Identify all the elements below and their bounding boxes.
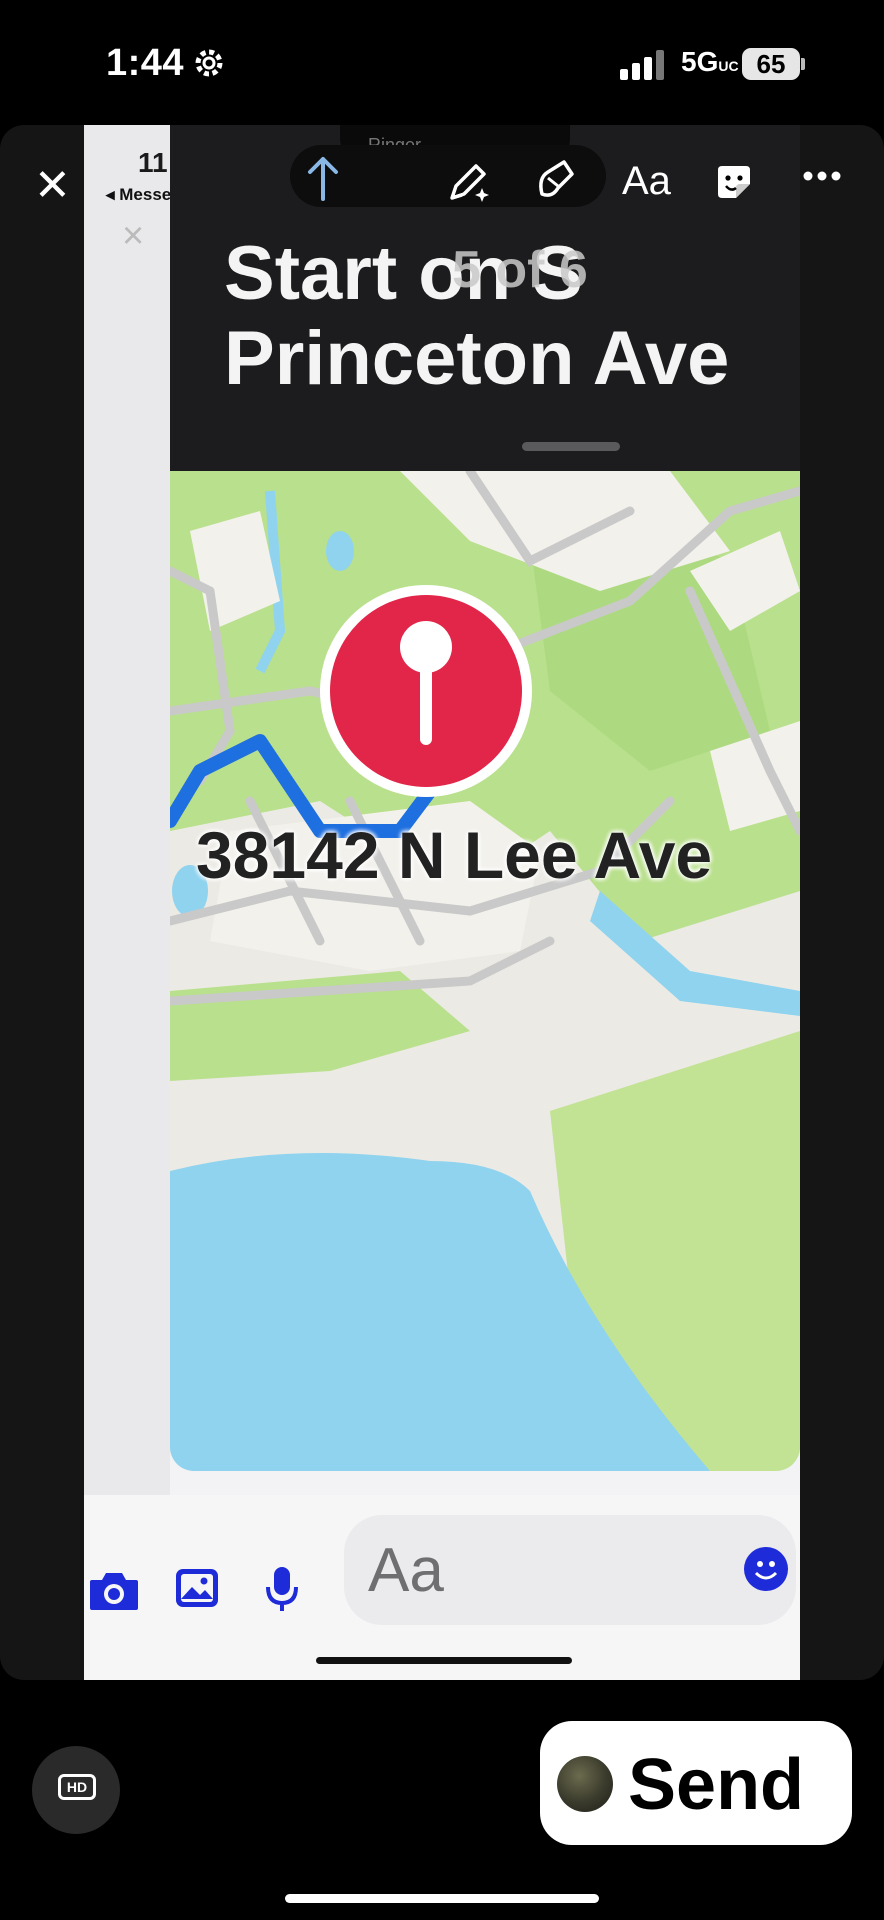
- map-view: [170, 471, 800, 1471]
- message-input-placeholder: Aa: [368, 1536, 444, 1605]
- story-canvas: 11:37 ◂ Messenger × Ringer Start on S Pr…: [0, 125, 884, 1680]
- step-counter: 5 of 6: [452, 241, 588, 299]
- camera-icon[interactable]: [88, 1570, 140, 1612]
- signal-icon: [620, 50, 664, 80]
- battery-indicator: 65: [742, 48, 800, 80]
- network-type: 5GUC: [681, 46, 739, 77]
- markup-tool-icon[interactable]: [534, 158, 578, 202]
- gallery-icon[interactable]: [174, 1565, 220, 1611]
- sticker-icon[interactable]: [714, 162, 754, 202]
- destination-label: 38142 N Lee Ave: [196, 818, 713, 892]
- home-indicator: [285, 1894, 599, 1903]
- screenshot-left-strip: [84, 125, 170, 1680]
- emoji-icon[interactable]: [744, 1547, 788, 1591]
- direction-line-2: Princeton Ave: [224, 316, 730, 401]
- more-options-icon[interactable]: [802, 170, 842, 182]
- microphone-icon[interactable]: [264, 1565, 300, 1613]
- send-button-label: Send: [628, 1745, 805, 1825]
- text-tool-button[interactable]: Aa: [622, 159, 671, 204]
- recipient-avatar: [557, 1756, 613, 1812]
- battery-tip: [801, 58, 805, 70]
- screenshot-close-icon: ×: [122, 215, 145, 257]
- gear-icon: [195, 49, 223, 77]
- arrow-up-icon: [308, 157, 338, 201]
- draw-pen-icon[interactable]: [446, 160, 492, 204]
- screenshot-image: 11:37 ◂ Messenger × Ringer Start on S Pr…: [84, 125, 800, 1680]
- close-button[interactable]: ✕: [34, 164, 71, 208]
- smiley-face-icon: [754, 1561, 778, 1580]
- status-time: 1:44: [106, 42, 185, 84]
- sheet-handle: [522, 442, 620, 451]
- hd-icon: HD: [58, 1774, 96, 1800]
- screenshot-home-indicator: [316, 1657, 572, 1664]
